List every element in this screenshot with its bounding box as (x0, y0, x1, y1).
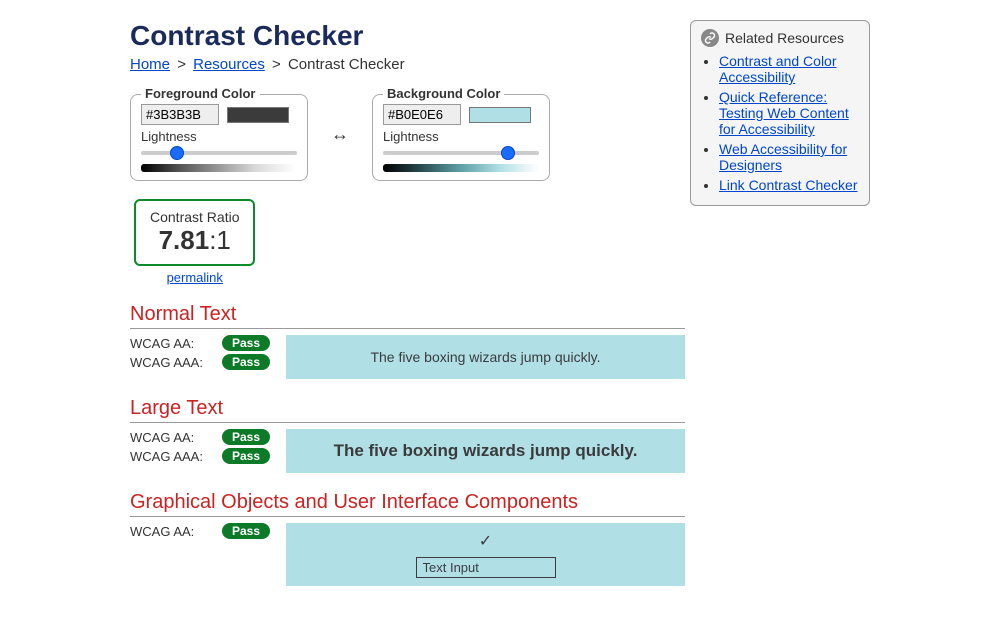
breadcrumb-home[interactable]: Home (130, 56, 170, 73)
large-aaa-badge: Pass (222, 448, 270, 464)
normal-aa-label: WCAG AA: (130, 336, 194, 351)
contrast-ratio-box: Contrast Ratio 7.81:1 (134, 199, 255, 266)
normal-text-section: Normal Text WCAG AA: Pass WCAG AAA: Pass… (130, 303, 685, 379)
related-link-1[interactable]: Quick Reference: Testing Web Content for… (719, 89, 849, 137)
gui-section: Graphical Objects and User Interface Com… (130, 491, 685, 586)
breadcrumb-current: Contrast Checker (288, 56, 405, 73)
breadcrumb-separator: > (177, 56, 186, 73)
contrast-ratio-suffix: :1 (209, 225, 231, 255)
contrast-ratio-label: Contrast Ratio (150, 209, 239, 225)
large-text-sample[interactable]: The five boxing wizards jump quickly. (286, 429, 685, 473)
list-item: Quick Reference: Testing Web Content for… (719, 89, 859, 137)
background-legend: Background Color (383, 86, 504, 101)
check-icon: ✓ (479, 531, 492, 551)
background-lightness-slider[interactable] (383, 146, 539, 160)
breadcrumb-separator: > (272, 56, 281, 73)
normal-aaa-badge: Pass (222, 354, 270, 370)
foreground-legend: Foreground Color (141, 86, 260, 101)
list-item: Web Accessibility for Designers (719, 141, 859, 173)
foreground-hue-bar[interactable] (141, 164, 297, 172)
gui-aa-badge: Pass (222, 523, 270, 539)
contrast-ratio-value: 7.81 (159, 225, 210, 255)
background-color-panel: Background Color Lightness (372, 87, 550, 181)
normal-text-heading: Normal Text (130, 303, 685, 329)
normal-text-sample[interactable]: The five boxing wizards jump quickly. (286, 335, 685, 379)
large-text-heading: Large Text (130, 397, 685, 423)
large-aa-label: WCAG AA: (130, 430, 194, 445)
gui-heading: Graphical Objects and User Interface Com… (130, 491, 685, 517)
list-item: Link Contrast Checker (719, 177, 859, 193)
foreground-hex-input[interactable] (141, 104, 219, 125)
foreground-color-panel: Foreground Color Lightness (130, 87, 308, 181)
gui-aa-label: WCAG AA: (130, 524, 194, 539)
foreground-lightness-slider[interactable] (141, 146, 297, 160)
swap-colors-button[interactable]: ↔ (326, 124, 354, 145)
breadcrumb-resources[interactable]: Resources (193, 56, 265, 73)
related-link-0[interactable]: Contrast and Color Accessibility (719, 53, 837, 85)
background-hex-input[interactable] (383, 104, 461, 125)
foreground-swatch[interactable] (227, 107, 289, 123)
gui-sample: ✓ (286, 523, 685, 586)
gui-sample-input[interactable] (416, 557, 556, 578)
related-resources-header: Related Resources (701, 29, 859, 47)
related-link-2[interactable]: Web Accessibility for Designers (719, 141, 847, 173)
background-hue-bar[interactable] (383, 164, 539, 172)
background-swatch[interactable] (469, 107, 531, 123)
related-link-3[interactable]: Link Contrast Checker (719, 177, 858, 193)
related-resources-panel: Related Resources Contrast and Color Acc… (690, 20, 870, 206)
large-aaa-label: WCAG AAA: (130, 449, 203, 464)
foreground-lightness-label: Lightness (141, 129, 297, 144)
large-text-section: Large Text WCAG AA: Pass WCAG AAA: Pass … (130, 397, 685, 473)
background-lightness-label: Lightness (383, 129, 539, 144)
normal-aa-badge: Pass (222, 335, 270, 351)
large-aa-badge: Pass (222, 429, 270, 445)
permalink-link[interactable]: permalink (167, 270, 223, 285)
normal-aaa-label: WCAG AAA: (130, 355, 203, 370)
related-resources-title: Related Resources (725, 30, 844, 46)
link-icon (701, 29, 719, 47)
list-item: Contrast and Color Accessibility (719, 53, 859, 85)
